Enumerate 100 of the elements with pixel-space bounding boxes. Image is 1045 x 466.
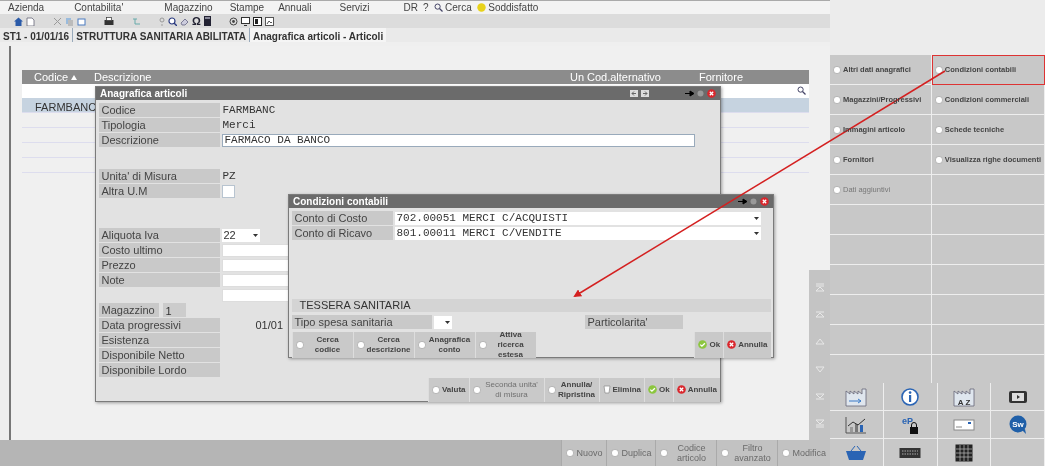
shortcut-icon — [295, 340, 304, 349]
grid-icon — [954, 443, 973, 462]
trash-icon — [602, 385, 611, 394]
target-icon[interactable] — [228, 16, 238, 26]
shortcut-icon — [417, 340, 426, 349]
field-label: Codice — [98, 103, 220, 117]
shortcut-icon — [431, 385, 440, 394]
shortcut-button[interactable]: Sw — [991, 411, 1045, 439]
dialog-button[interactable]: Annulla — [723, 331, 771, 358]
column-header[interactable]: Fornitore — [699, 68, 744, 86]
close-icon — [760, 197, 769, 206]
column-header[interactable]: Descrizione — [94, 68, 152, 86]
field-label: Descrizione — [98, 133, 220, 147]
dropdown-icon — [444, 320, 450, 324]
search-icon — [433, 3, 443, 12]
calculator-icon[interactable] — [203, 16, 211, 26]
check-icon — [698, 340, 708, 349]
scroll-arrow-icon — [814, 417, 825, 428]
field-value: 01/01 — [254, 317, 284, 333]
menu-item[interactable]: DR — [403, 0, 418, 15]
shortcut-icon — [934, 65, 943, 74]
menu-item[interactable]: Magazzino — [164, 0, 213, 15]
panel-icon[interactable] — [252, 16, 262, 26]
shortcut-icon — [547, 385, 556, 394]
chat-bubble-icon: Sw — [1007, 414, 1028, 435]
dialog-button[interactable]: Valuta — [427, 377, 469, 402]
omega-button[interactable]: Ω — [192, 12, 201, 30]
field-value: FARMBANC — [221, 102, 276, 118]
shortcut-button[interactable] — [991, 383, 1045, 411]
home-icon[interactable] — [14, 16, 23, 26]
table-cell-text: FARMBANC — [35, 100, 97, 115]
shortcut-icon — [934, 155, 943, 164]
shortcut-icon — [833, 155, 841, 164]
menu-item[interactable]: Azienda — [8, 0, 45, 15]
monitor-icon[interactable] — [240, 16, 250, 26]
menu-item[interactable]: ? — [422, 0, 429, 15]
menu-item[interactable]: Soddisfatto — [476, 0, 539, 15]
select-field[interactable]: 702.00051 MERCI C/ACQUISTI — [394, 211, 761, 225]
shortcut-button[interactable]: eP — [883, 411, 938, 439]
basket-icon — [845, 444, 868, 461]
menu-item[interactable]: Cerca — [433, 0, 472, 15]
paste-icon[interactable] — [77, 16, 86, 26]
shortcut-icon — [660, 449, 669, 457]
dialog-button[interactable]: Elimina — [598, 377, 644, 402]
section-header: TESSERA SANITARIA — [291, 298, 771, 312]
video-icon — [1007, 388, 1028, 405]
dialog-button[interactable]: Attiva ricerca estesa — [474, 331, 536, 358]
dialog-button[interactable]: Ok — [644, 377, 673, 402]
field-label: Altra U.M — [98, 184, 220, 198]
keyboard-icon — [899, 446, 922, 459]
shortcut-icon — [782, 449, 791, 457]
printer-icon[interactable] — [104, 16, 114, 26]
scroll-arrow-icon — [814, 390, 825, 401]
close-icon — [676, 385, 686, 394]
select-field[interactable]: 22 — [221, 228, 260, 242]
dropdown-icon — [252, 233, 258, 237]
column-header[interactable]: Codice — [34, 68, 78, 86]
field-value: 1 — [162, 303, 186, 317]
scroll-arrow-icon — [814, 309, 825, 320]
menu-item[interactable]: Servizi — [339, 0, 370, 15]
field-label: Unita' di Misura — [98, 169, 220, 183]
company-name: STRUTTURA SANITARIA ABILITATA — [72, 28, 249, 42]
dialog-button[interactable]: Anagrafica conto — [413, 331, 475, 358]
field-value: PZ — [221, 168, 236, 184]
dialog-title: Condizioni contabili — [293, 195, 388, 209]
scroll-arrow-icon — [814, 282, 825, 293]
dialog-button[interactable]: Cerca descrizione — [352, 331, 414, 358]
field-label: Conto di Costo — [291, 211, 393, 225]
dialog-button[interactable]: Cerca codice — [291, 331, 353, 358]
input-field[interactable]: FARMACO DA BANCO — [221, 133, 695, 147]
chart-icon — [845, 415, 868, 434]
scroll-bar[interactable] — [809, 270, 830, 440]
menu-item[interactable]: Contabilita' — [74, 0, 124, 15]
shortcut-icon — [833, 185, 841, 194]
shortcut-icon — [934, 125, 943, 134]
column-header[interactable]: Cod.alternativo — [587, 68, 661, 86]
pin-icon — [685, 90, 694, 97]
field-value: Merci — [221, 117, 256, 133]
shortcut-button[interactable]: A Z — [937, 383, 992, 411]
check-icon — [648, 385, 657, 394]
pin-icon — [738, 198, 747, 205]
dropdown-icon — [753, 231, 759, 235]
image-icon[interactable] — [264, 16, 274, 26]
factory-icon — [844, 386, 869, 407]
column-header[interactable]: Un — [570, 68, 585, 86]
window-tab[interactable]: Anagrafica articoli - Articoli — [248, 28, 387, 42]
menu-item[interactable]: Annuali — [278, 0, 312, 15]
dialog-button[interactable]: Annulla/ Ripristina — [543, 377, 599, 402]
close-icon — [727, 340, 737, 349]
menu-item[interactable]: Stampe — [229, 0, 265, 15]
dialog-button[interactable]: Ok — [694, 331, 724, 358]
field-label: Prezzo — [98, 258, 220, 272]
field-label: Tipologia — [98, 118, 220, 132]
checkbox[interactable] — [221, 184, 235, 198]
document-icon[interactable] — [26, 16, 35, 26]
dialog-button[interactable]: Annulla — [672, 377, 720, 402]
select-field[interactable] — [433, 315, 452, 329]
zoom-icon[interactable] — [168, 16, 177, 26]
select-field[interactable]: 801.00011 MERCI C/VENDITE — [394, 226, 761, 240]
field-label: Aliquota Iva — [98, 228, 220, 242]
